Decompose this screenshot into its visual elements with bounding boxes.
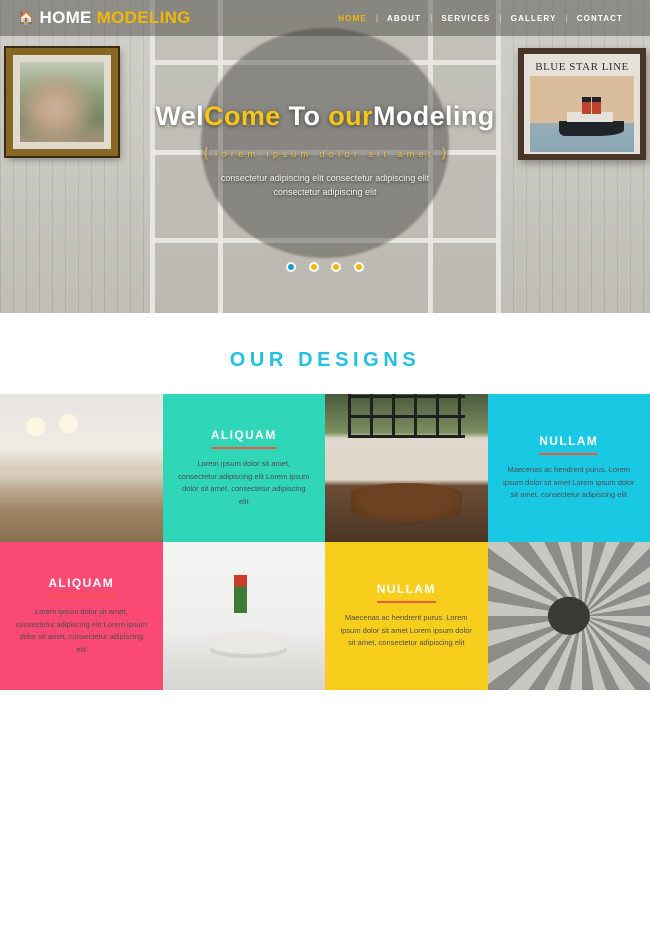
- designs-heading-wrap: OUR DESIGNS: [0, 313, 650, 394]
- logo-word-modeling: MODELING: [96, 8, 191, 27]
- site-logo[interactable]: 🏠 HOME MODELING: [18, 8, 191, 28]
- bracket-left: {: [203, 145, 209, 160]
- designs-section: OUR DESIGNS ALIQUAM Lorem ipsum dolor si…: [0, 313, 650, 690]
- nav-item-gallery[interactable]: GALLERY: [502, 14, 566, 23]
- nav-item-contact[interactable]: CONTACT: [568, 14, 632, 23]
- designs-grid: ALIQUAM Lorem ipsum dolor sit amet, cons…: [0, 394, 650, 690]
- design-card-body: Maecenas ac hendrerit purus. Lorem ipsum…: [340, 613, 472, 648]
- slider-dot-4[interactable]: [353, 261, 364, 272]
- main-nav[interactable]: HOME | ABOUT | SERVICES | GALLERY | CONT…: [329, 13, 632, 23]
- hero-title-seg1: Wel: [155, 101, 205, 131]
- design-card-body: Lorem ipsum dolor sit amet, consectetur …: [178, 459, 310, 506]
- living-room-photo: [325, 394, 488, 542]
- design-card-title: NULLAM: [539, 434, 599, 456]
- hero-description: consectetur adipiscing elit consectetur …: [0, 171, 650, 199]
- site-header: 🏠 HOME MODELING HOME | ABOUT | SERVICES …: [0, 0, 650, 36]
- design-cell-aliquam-pink[interactable]: ALIQUAM Lorem ipsum dolor sit amet, cons…: [0, 542, 163, 690]
- staircase-photo: [487, 542, 650, 690]
- design-card-body: Maecenas ac hendrerit purus. Lorem ipsum…: [503, 465, 635, 500]
- hero-title-seg3: To: [280, 101, 329, 131]
- hero-title-seg4: our: [328, 101, 373, 131]
- kitchen-photo: [0, 394, 163, 542]
- design-cell-aliquam-teal[interactable]: ALIQUAM Lorem ipsum dolor sit amet, cons…: [162, 394, 325, 542]
- slider-dots[interactable]: [0, 258, 650, 276]
- design-card-body: Lorem ipsum dolor sit amet, consectetur …: [15, 607, 147, 654]
- hero-title-seg5: Modeling: [372, 101, 495, 131]
- hero-subtitle-text: lorem ipsum dolor sit amet: [215, 149, 435, 159]
- house-icon: 🏠: [18, 10, 35, 25]
- slider-dot-1[interactable]: [286, 261, 297, 272]
- hero-banner: BLUE STAR LINE 🏠 HOME MODELING HOME | AB…: [0, 0, 650, 313]
- about-section: DUIS AUTE IRURE DOLOR Local ipsum is Sim…: [0, 690, 650, 946]
- dining-photo: [162, 542, 325, 690]
- design-cell-dining-photo[interactable]: [162, 542, 325, 690]
- nav-item-about[interactable]: ABOUT: [378, 14, 430, 23]
- design-cell-nullam-cyan[interactable]: NULLAM Maecenas ac hendrerit purus. Lore…: [487, 394, 650, 542]
- nav-item-home[interactable]: HOME: [329, 14, 375, 23]
- hero-description-line1: consectetur adipiscing elit consectetur …: [220, 173, 430, 183]
- design-card-title: ALIQUAM: [48, 576, 115, 597]
- slider-dot-3[interactable]: [331, 261, 342, 272]
- page-title: OUR DESIGNS: [229, 349, 421, 371]
- hero-subtitle: { lorem ipsum dolor sit amet }: [0, 145, 650, 160]
- nav-item-services[interactable]: SERVICES: [432, 14, 499, 23]
- design-cell-kitchen-photo[interactable]: [0, 394, 163, 542]
- design-cell-staircase-photo[interactable]: [487, 542, 650, 690]
- design-cell-nullam-yellow[interactable]: NULLAM Maecenas ac hendrerit purus. Lore…: [325, 542, 488, 690]
- hero-content: WelCome To ourModeling { lorem ipsum dol…: [0, 100, 650, 199]
- logo-word-home: HOME: [39, 8, 92, 27]
- hero-description-line2: consectetur adipiscing elit: [273, 187, 377, 197]
- bracket-right: }: [441, 145, 447, 160]
- design-cell-living-room-photo[interactable]: [325, 394, 488, 542]
- slider-dot-2[interactable]: [308, 261, 319, 272]
- hero-title: WelCome To ourModeling: [0, 100, 650, 132]
- design-card-title: ALIQUAM: [210, 428, 277, 449]
- design-card-title: NULLAM: [376, 582, 436, 604]
- hero-title-seg2: Come: [204, 101, 281, 131]
